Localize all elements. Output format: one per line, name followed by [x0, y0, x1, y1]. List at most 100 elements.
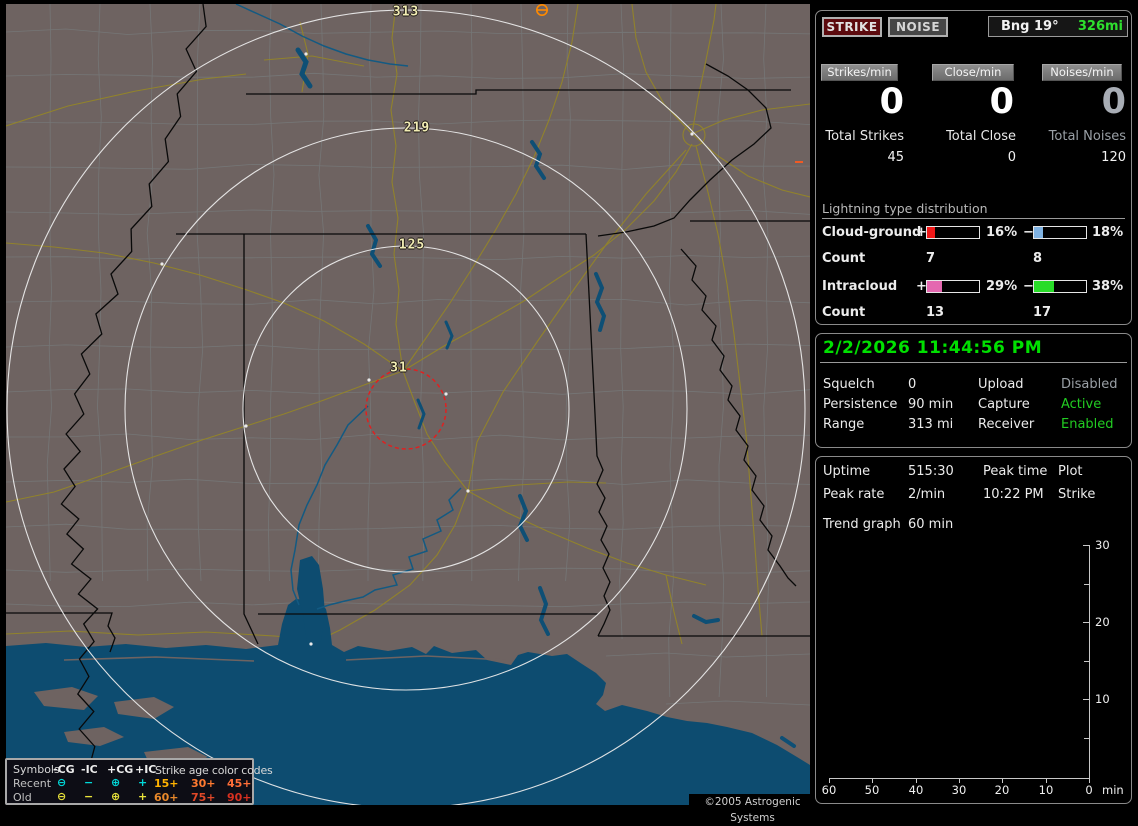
legend-col-neg-ic: -IC — [81, 763, 98, 776]
old-neg-ic-icon: − — [84, 790, 94, 803]
persistence-value: 90 min — [908, 397, 954, 412]
bearing-range: 326mi — [1077, 19, 1123, 34]
cg-plus-bar — [926, 226, 980, 239]
x-tick-label-0: 0 — [1085, 783, 1093, 797]
cg-count-label: Count — [822, 251, 866, 266]
legend-row-old-label: Old — [13, 791, 32, 804]
y-tick-label-30: 30 — [1095, 538, 1110, 552]
datetime-divider — [820, 362, 1127, 363]
ic-plus-bar — [926, 280, 980, 293]
peak-time-label: Peak time — [983, 464, 1048, 479]
strike-button[interactable]: STRIKE — [822, 17, 882, 37]
age-code-15: 15+ — [154, 777, 179, 790]
y-tick — [1083, 622, 1090, 623]
receiver-label: Receiver — [978, 417, 1035, 432]
distribution-divider — [822, 218, 1125, 219]
trend-graph-label: Trend graph — [823, 517, 901, 532]
recent-pos-ic-icon: + — [138, 776, 148, 789]
trend-section: Uptime 515:30 Peak time Plot Peak rate 2… — [815, 456, 1132, 804]
age-code-75: 75+ — [191, 791, 216, 804]
uptime-value: 515:30 — [908, 464, 954, 479]
trend-graph-value: 60 min — [908, 517, 954, 532]
app-window: 313 219 125 31 ©2005 Astrogenic Systems … — [0, 0, 1138, 824]
total-noises: Total Noises 120 — [1038, 129, 1126, 165]
copyright-text: ©2005 Astrogenic Systems — [689, 794, 816, 824]
y-tick — [1084, 584, 1090, 585]
status-section: 2/2/2026 11:44:56 PM Squelch 0 Upload Di… — [815, 333, 1132, 448]
cg-minus-bar — [1033, 226, 1087, 239]
upload-label: Upload — [978, 377, 1024, 392]
noises-per-min-value: 0 — [1101, 82, 1126, 122]
upload-status: Disabled — [1061, 377, 1118, 392]
total-strikes: Total Strikes 45 — [816, 129, 904, 165]
plot-value: Strike — [1058, 487, 1096, 502]
peak-time-value: 10:22 PM — [983, 487, 1044, 502]
ic-plus-pct: 29% — [986, 279, 1018, 294]
close-per-min-value: 0 — [989, 82, 1014, 122]
ic-minus-pct: 38% — [1092, 279, 1124, 294]
cg-plus-pct: 16% — [986, 225, 1018, 240]
range-value: 313 mi — [908, 417, 954, 432]
x-tick-label-40: 40 — [908, 783, 924, 797]
total-close: Total Close 0 — [928, 129, 1016, 165]
cg-minus-pct: 18% — [1092, 225, 1124, 240]
x-tick-label-20: 20 — [994, 783, 1010, 797]
recent-pos-cg-icon: ⊕ — [111, 776, 121, 789]
bearing-display: Bng 19° 326mi — [988, 16, 1128, 37]
strikes-per-min-value: 0 — [879, 82, 904, 122]
ring-label-125: 125 — [398, 237, 426, 253]
recent-neg-cg-icon: ⊖ — [57, 776, 67, 789]
total-noises-label: Total Noises — [1048, 129, 1126, 144]
capture-status: Active — [1061, 397, 1102, 412]
age-code-90: 90+ — [227, 791, 252, 804]
old-pos-cg-icon: ⊕ — [111, 790, 121, 803]
ic-minus-bar — [1033, 280, 1087, 293]
noise-button[interactable]: NOISE — [888, 17, 948, 37]
peak-rate-value: 2/min — [908, 487, 946, 502]
noises-per-min-button[interactable]: Noises/min — [1042, 64, 1122, 81]
lightning-map[interactable]: 313 219 125 31 ©2005 Astrogenic Systems — [6, 4, 816, 824]
strikes-per-min-button[interactable]: Strikes/min — [821, 64, 898, 81]
peak-rate-label: Peak rate — [823, 487, 885, 502]
ic-minus-count: 17 — [1033, 305, 1052, 320]
age-code-45: 45+ — [227, 777, 252, 790]
close-per-min-button[interactable]: Close/min — [932, 64, 1014, 81]
age-code-60: 60+ — [154, 791, 179, 804]
bearing-label: Bng 19° — [1001, 19, 1059, 34]
total-strikes-value: 45 — [887, 150, 904, 165]
ic-count-label: Count — [822, 305, 866, 320]
total-noises-value: 120 — [1101, 150, 1126, 165]
x-axis-unit: min — [1102, 783, 1124, 797]
legend-col-pos-cg: +CG — [107, 763, 134, 776]
ring-label-31: 31 — [390, 360, 408, 376]
squelch-label: Squelch — [823, 377, 875, 392]
recent-neg-ic-icon: − — [84, 776, 94, 789]
y-tick-label-20: 20 — [1095, 615, 1110, 629]
persistence-label: Persistence — [823, 397, 898, 412]
total-strikes-label: Total Strikes — [825, 129, 904, 144]
counters-section: STRIKE NOISE Bng 19° 326mi Strikes/min C… — [815, 10, 1132, 325]
uptime-label: Uptime — [823, 464, 871, 479]
datetime-display: 2/2/2026 11:44:56 PM — [823, 338, 1043, 358]
x-tick-label-60: 60 — [821, 783, 837, 797]
trend-y-axis — [1089, 545, 1090, 779]
legend-col-neg-cg: -CG — [53, 763, 75, 776]
old-pos-ic-icon: + — [138, 790, 148, 803]
cg-minus-count: 8 — [1033, 251, 1043, 266]
y-tick — [1084, 738, 1090, 739]
total-close-value: 0 — [1007, 150, 1016, 165]
age-code-30: 30+ — [191, 777, 216, 790]
old-neg-cg-icon: ⊖ — [57, 790, 67, 803]
ring-label-219: 219 — [403, 120, 431, 136]
intracloud-label: Intracloud — [822, 279, 898, 294]
receiver-status: Enabled — [1061, 417, 1114, 432]
symbol-legend: Symbols -CG -IC +CG +IC Strike age color… — [5, 758, 273, 805]
x-tick-label-10: 10 — [1038, 783, 1054, 797]
legend-col-pos-ic: +IC — [135, 763, 157, 776]
y-tick — [1083, 699, 1090, 700]
ic-plus-count: 13 — [926, 305, 945, 320]
y-tick — [1083, 545, 1090, 546]
cg-plus-count: 7 — [926, 251, 936, 266]
squelch-value: 0 — [908, 377, 917, 392]
y-tick-label-10: 10 — [1095, 692, 1110, 706]
